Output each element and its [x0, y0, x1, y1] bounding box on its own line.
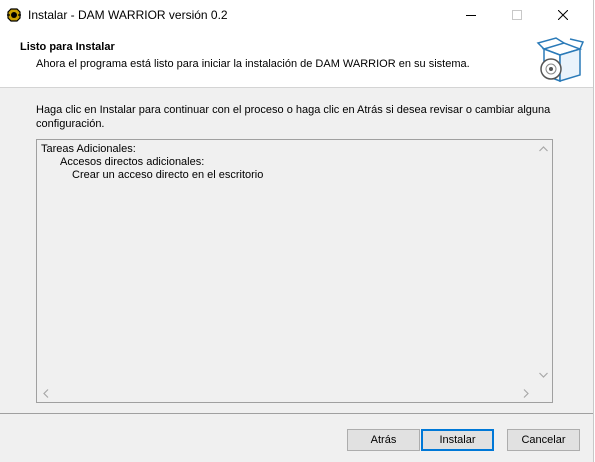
close-icon [558, 10, 568, 20]
page-header: Listo para Instalar Ahora el programa es… [0, 30, 593, 88]
maximize-button[interactable] [494, 0, 540, 30]
memo-line-desktop: Crear un acceso directo en el escritorio [72, 169, 264, 181]
cancel-button[interactable]: Cancelar [507, 429, 580, 451]
memo-line-tasks: Tareas Adicionales: [41, 143, 136, 155]
scroll-left-icon[interactable] [43, 389, 49, 398]
vertical-scrollbar[interactable] [535, 140, 552, 385]
install-button[interactable]: Instalar [421, 429, 494, 451]
minimize-icon [466, 15, 476, 16]
close-button[interactable] [540, 0, 586, 30]
footer-separator [0, 413, 593, 414]
page-subtitle: Ahora el programa está listo para inicia… [36, 58, 470, 70]
summary-memo[interactable]: Tareas Adicionales: Accesos directos adi… [36, 139, 553, 403]
back-button[interactable]: Atrás [347, 429, 420, 451]
maximize-icon [512, 10, 522, 20]
page-title: Listo para Instalar [20, 41, 115, 53]
scrollbar-corner [535, 385, 552, 402]
horizontal-scrollbar[interactable] [37, 385, 535, 402]
window-title: Instalar - DAM WARRIOR versión 0.2 [28, 8, 228, 22]
scroll-right-icon[interactable] [523, 389, 529, 398]
minimize-button[interactable] [448, 0, 494, 30]
scroll-down-icon[interactable] [539, 372, 548, 378]
intro-text: Haga clic en Instalar para continuar con… [36, 104, 551, 130]
setup-box-disc-icon [536, 37, 584, 83]
memo-line-shortcuts: Accesos directos adicionales: [60, 156, 205, 168]
installer-window: Instalar - DAM WARRIOR versión 0.2 Listo… [0, 0, 594, 462]
app-icon [7, 8, 21, 22]
memo-content: Tareas Adicionales: Accesos directos adi… [41, 143, 263, 182]
title-bar[interactable]: Instalar - DAM WARRIOR versión 0.2 [0, 0, 593, 30]
scroll-up-icon[interactable] [539, 146, 548, 152]
